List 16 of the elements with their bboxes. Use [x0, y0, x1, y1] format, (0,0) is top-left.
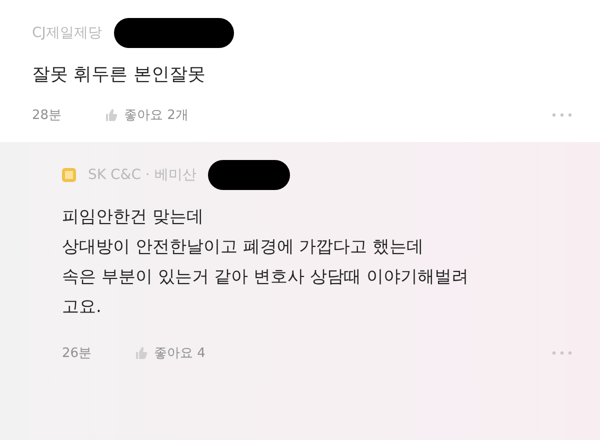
- comment-time: 28분: [32, 107, 63, 124]
- reply-text-line: 피임안한건 맞는데: [62, 206, 204, 229]
- reply-text-line: 상대방이 안전한날이고 폐경에 가깝다고 했는데: [62, 236, 425, 259]
- thumbs-up-icon: [134, 346, 148, 360]
- comment-text: 잘못 휘두른 본인잘못: [32, 63, 206, 87]
- reply-text-line: 고요.: [62, 296, 102, 319]
- more-icon[interactable]: [552, 351, 572, 355]
- reply-author: SK C&C · 베미산: [88, 166, 196, 184]
- reply-text-line: 속은 부분이 있는거 같아 변호사 상담때 이야기해벌려: [62, 266, 470, 289]
- more-icon[interactable]: [552, 113, 572, 117]
- company-badge-icon: [62, 168, 76, 182]
- comment-author: CJ제일제당: [32, 24, 102, 42]
- like-count[interactable]: 좋아요 2개: [124, 106, 188, 124]
- like-count[interactable]: 좋아요 4: [154, 344, 206, 362]
- thumbs-up-icon: [104, 108, 118, 122]
- reply-time: 26분: [62, 345, 93, 362]
